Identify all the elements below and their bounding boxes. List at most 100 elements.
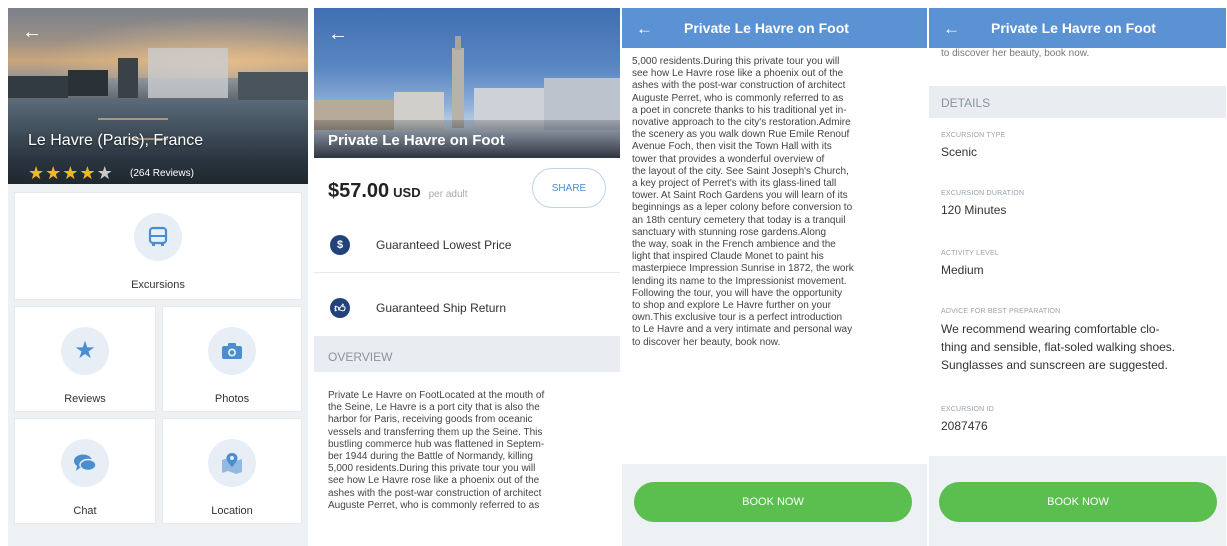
text-line: the scenery as you walk down Rue Emile R… bbox=[632, 129, 850, 141]
feature-ship-return: 👍︎ Guaranteed Ship Return bbox=[330, 298, 506, 318]
details-heading: DETAILS bbox=[929, 86, 1226, 118]
tile-label: Chat bbox=[73, 505, 97, 517]
text-line: the way, soak in the French ambience and… bbox=[632, 239, 836, 251]
text-line: 5,000 residents.During this private tour… bbox=[632, 56, 840, 67]
text-line: tower that provides a wonderful overview… bbox=[632, 153, 825, 165]
tile-label: Excursions bbox=[131, 279, 185, 291]
details-screen: ← Private Le Havre on Foot to discover h… bbox=[929, 8, 1226, 546]
share-button[interactable]: SHARE bbox=[532, 168, 606, 208]
text-line: harbor for Paris, receiving goods from o… bbox=[328, 414, 533, 426]
star-empty-icon: ★ bbox=[96, 163, 114, 183]
hero-image-le-havre: ← Le Havre (Paris), France ★★★★★ (264 Re… bbox=[8, 8, 308, 184]
text-line: the Seine, Le Havre is a port city that … bbox=[328, 402, 540, 414]
field-label: EXCURSION TYPE bbox=[941, 132, 1006, 139]
text-line: a key project of Perret's with its glass… bbox=[632, 178, 837, 190]
text-line: an 18th century cemetery that today is a… bbox=[632, 214, 846, 226]
tile-location[interactable]: Location bbox=[162, 418, 302, 524]
feature-label: Guaranteed Ship Return bbox=[376, 301, 507, 315]
field-value: Scenic bbox=[941, 145, 978, 159]
header-bar: ← Private Le Havre on Foot bbox=[622, 8, 927, 48]
text-line: light that inspired Claude Monet to pain… bbox=[632, 251, 824, 263]
overview-text: 5,000 residents.During this private tour… bbox=[632, 56, 922, 349]
price: $57.00 USD per adult bbox=[328, 180, 468, 203]
cut-off-text: to discover her beauty, book now. bbox=[941, 48, 1090, 59]
field-label: EXCURSION DURATION bbox=[941, 190, 1025, 197]
text-line: 5,000 residents.During this private tour… bbox=[328, 463, 536, 475]
field-label: ADVICE FOR BEST PREPARATION bbox=[941, 308, 1061, 315]
hero-image-city: ← Private Le Havre on Foot bbox=[314, 8, 620, 158]
tile-excursions[interactable]: Excursions bbox=[14, 192, 302, 300]
text-line: bustling commerce hub was flattened in S… bbox=[328, 438, 545, 450]
field-advice: ADVICE FOR BEST PREPARATION We recommend… bbox=[941, 308, 1223, 374]
header-title: Private Le Havre on Foot bbox=[991, 20, 1156, 36]
star-rating: ★★★★★ bbox=[28, 164, 114, 182]
text-line: masterpiece Impression Sunrise in 1872, … bbox=[632, 263, 854, 275]
text-line: sanctuary with stunning rose gardens.Alo… bbox=[632, 226, 827, 238]
star-icon: ★ bbox=[62, 163, 80, 183]
chat-bubble-icon bbox=[61, 439, 109, 487]
field-activity-level: ACTIVITY LEVEL Medium bbox=[941, 250, 999, 279]
star-icon: ★ bbox=[61, 327, 109, 375]
tile-photos[interactable]: Photos bbox=[162, 306, 302, 412]
overview-full-screen: ← Private Le Havre on Foot 5,000 residen… bbox=[622, 8, 927, 546]
text-line: lending its name to the Impressionist mo… bbox=[632, 275, 847, 287]
feature-lowest-price: $ Guaranteed Lowest Price bbox=[330, 235, 511, 255]
price-currency: USD bbox=[393, 185, 421, 200]
thumbs-up-icon: 👍︎ bbox=[330, 298, 350, 318]
hero-title: Private Le Havre on Foot bbox=[328, 132, 505, 149]
text-line: see how Le Havre rose like a phoenix out… bbox=[632, 68, 844, 80]
camera-icon bbox=[208, 327, 256, 375]
back-arrow-icon[interactable]: ← bbox=[22, 22, 42, 42]
text-line: ber 1944 during the Battle of Normandy, … bbox=[328, 451, 533, 463]
text-line: Auguste Perret, who is commonly referred… bbox=[632, 92, 844, 104]
star-icon: ★ bbox=[79, 163, 97, 183]
text-line: ashes with the post-war construction of … bbox=[632, 80, 846, 92]
book-now-button[interactable]: BOOK NOW bbox=[939, 482, 1217, 522]
text-line: to discover her beauty, book now. bbox=[632, 336, 781, 348]
star-icon: ★ bbox=[28, 163, 46, 183]
text-line: vessels and transferring them up the Sei… bbox=[328, 426, 543, 438]
feature-label: Guaranteed Lowest Price bbox=[376, 238, 512, 252]
tile-chat[interactable]: Chat bbox=[14, 418, 156, 524]
text-line: ashes with the post-war construction of … bbox=[328, 487, 542, 499]
location-title: Le Havre (Paris), France bbox=[28, 132, 204, 149]
field-excursion-id: EXCURSION ID 2087476 bbox=[941, 406, 994, 435]
reviews-count: (264 Reviews) bbox=[130, 168, 194, 179]
field-excursion-type: EXCURSION TYPE Scenic bbox=[941, 132, 1006, 161]
map-pin-icon bbox=[208, 439, 256, 487]
back-arrow-icon[interactable]: ← bbox=[636, 19, 653, 39]
price-amount: $57.00 bbox=[328, 180, 390, 202]
excursion-detail-screen: ← Private Le Havre on Foot $57.00 USD per … bbox=[314, 8, 620, 546]
tile-label: Reviews bbox=[64, 393, 106, 405]
field-excursion-duration: EXCURSION DURATION 120 Minutes bbox=[941, 190, 1024, 219]
header-bar: ← Private Le Havre on Foot bbox=[929, 8, 1226, 48]
text-line: tower. At Saint Roch Gardens you will le… bbox=[632, 190, 848, 202]
overview-text: Private Le Havre on FootLocated at the m… bbox=[328, 390, 616, 512]
book-now-button[interactable]: BOOK NOW bbox=[634, 482, 912, 522]
text-line: the layout of the city. See Saint Joseph… bbox=[632, 165, 849, 177]
tile-reviews[interactable]: ★ Reviews bbox=[14, 306, 156, 412]
field-value: 2087476 bbox=[941, 419, 988, 433]
back-arrow-icon[interactable]: ← bbox=[943, 19, 960, 39]
back-arrow-icon[interactable]: ← bbox=[328, 24, 348, 44]
text-line: Following the tour, you will have the op… bbox=[632, 287, 843, 299]
text-line: Avenue Foch, then visit the Town Hall wi… bbox=[632, 141, 832, 153]
bus-icon bbox=[134, 213, 182, 261]
price-unit: per adult bbox=[428, 189, 468, 200]
header-title: Private Le Havre on Foot bbox=[684, 20, 849, 36]
text-line: to shop and explore Le Havre further on … bbox=[632, 300, 832, 312]
dollar-icon: $ bbox=[330, 235, 350, 255]
tile-label: Photos bbox=[214, 393, 250, 405]
field-label: EXCURSION ID bbox=[941, 406, 994, 413]
text-line: to Le Havre and a very intimate and pers… bbox=[632, 324, 853, 336]
overview-heading: OVERVIEW bbox=[314, 336, 620, 372]
field-label: ACTIVITY LEVEL bbox=[941, 250, 999, 257]
text-line: a poet in concrete thanks to his traditi… bbox=[632, 104, 847, 116]
text-line: beginnings as a leper colony before conv… bbox=[632, 202, 853, 214]
text-line: own.This exclusive tour is a perfect int… bbox=[632, 312, 843, 324]
text-line: see how Le Havre rose like a phoenix out… bbox=[328, 475, 540, 487]
field-value: 120 Minutes bbox=[941, 203, 1007, 217]
star-icon: ★ bbox=[45, 163, 63, 183]
field-value: Medium bbox=[941, 263, 984, 277]
field-value: We recommend wearing comfortable clo- th… bbox=[941, 322, 1176, 372]
